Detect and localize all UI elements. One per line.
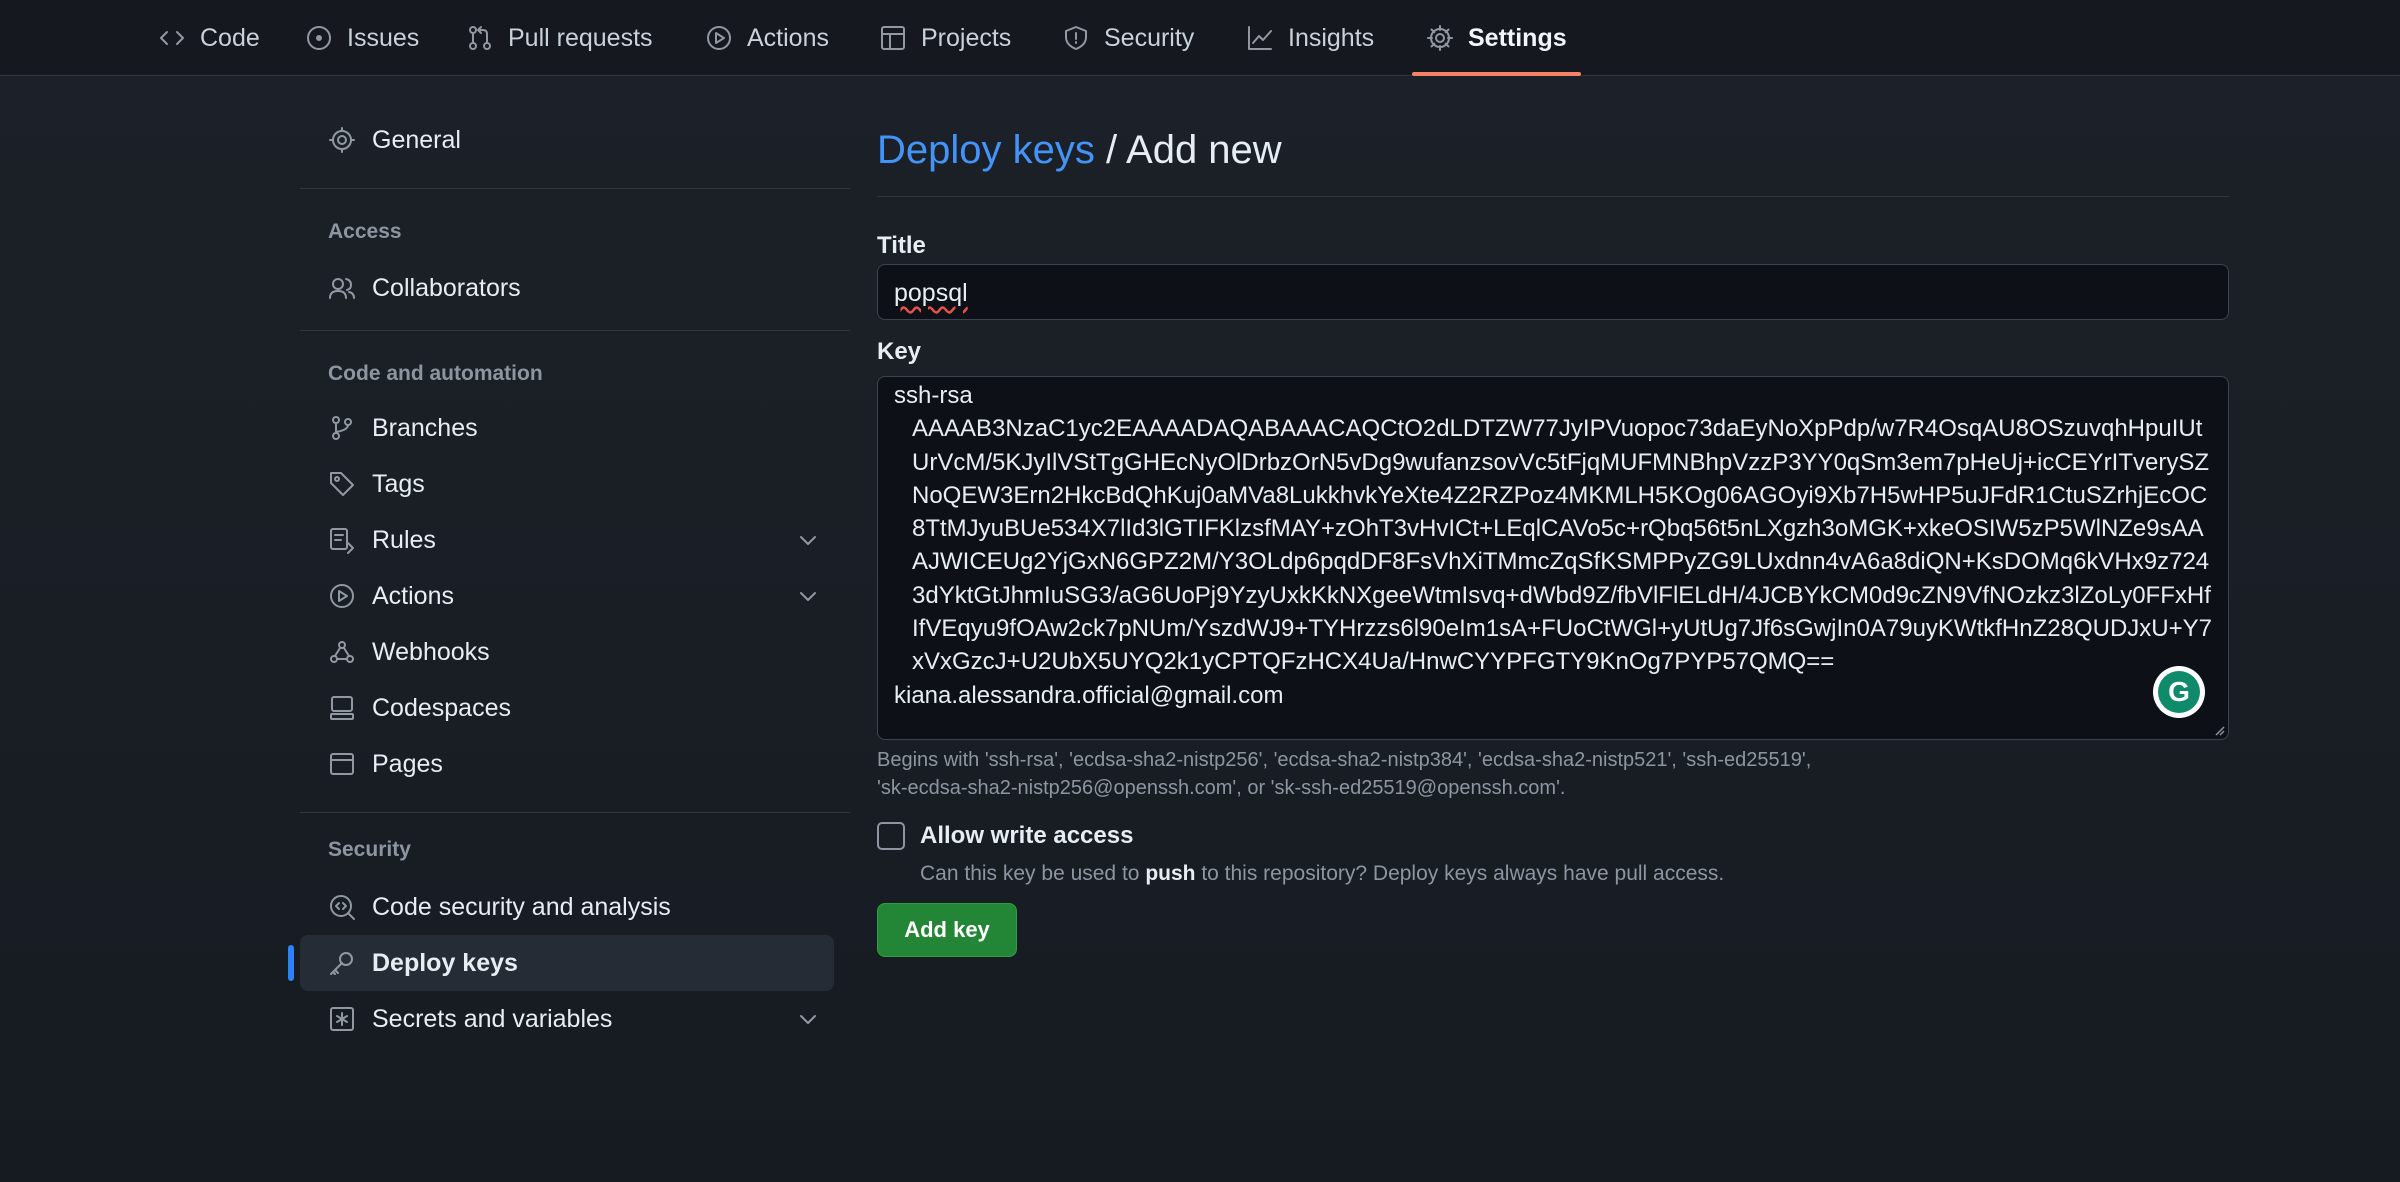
grammarly-badge[interactable]: G [2153,666,2205,718]
chevron-down-icon[interactable] [796,528,820,552]
sidebar-item-actions[interactable]: Actions [300,568,834,624]
sidebar-item-label: Secrets and variables [372,1004,613,1033]
key-icon [330,952,353,975]
tab-settings-label: Settings [1468,23,1567,52]
play-icon [707,26,731,50]
sidebar-item-tags[interactable]: Tags [300,456,834,512]
sidebar-item-branches[interactable]: Branches [300,400,834,456]
sidebar-item-rules[interactable]: Rules [300,512,834,568]
chevron-down-icon[interactable] [796,1007,820,1031]
sidebar-item-label: Code security and analysis [372,892,671,921]
write-access-description: Can this key be used to push to this rep… [920,862,1724,886]
sidebar-heading-security: Security [328,838,411,861]
sidebar-item-label: Tags [372,469,425,498]
sidebar-item-label: Rules [372,525,436,554]
grammarly-icon: G [2158,671,2200,713]
webhook-icon [330,641,354,663]
sidebar-divider [300,330,850,331]
tab-insights[interactable]: Insights [1246,0,1374,76]
codespaces-icon [330,696,354,720]
write-access-desc-pre: Can this key be used to [920,862,1146,885]
rules-icon [330,528,354,554]
write-access-desc-bold: push [1145,862,1196,885]
sidebar-divider [300,188,850,189]
page-title: Deploy keys / Add new [877,128,1282,173]
sidebar-item-secrets-variables[interactable]: Secrets and variables [300,991,834,1047]
key-body-text: AAAAB3NzaC1yc2EAAAADAQABAAACAQCtO2dLDTZW… [912,415,2212,676]
tab-actions-label: Actions [747,23,829,52]
tab-issues[interactable]: Issues [305,0,419,76]
sidebar-heading-code-automation: Code and automation [328,362,543,385]
play-icon [330,584,354,608]
sidebar-item-label: General [372,125,461,154]
breadcrumb-current: Add new [1126,128,1282,172]
tab-code[interactable]: Code [158,0,260,76]
sidebar-item-label: Pages [372,749,443,778]
codescan-icon [330,895,355,920]
tab-pull-requests-label: Pull requests [508,23,653,52]
write-access-checkbox[interactable] [877,822,905,850]
breadcrumb-deploy-keys-link[interactable]: Deploy keys [877,128,1095,172]
tab-projects-label: Projects [921,23,1012,52]
tab-code-label: Code [200,23,260,52]
shield-icon [1065,26,1087,50]
repo-nav: Code Issues Pull requests Actions Projec… [0,0,2400,76]
key-textarea[interactable]: ssh-rsa AAAAB3NzaC1yc2EAAAADAQABAAACAQCt… [877,376,2229,740]
sidebar-item-label: Branches [372,413,478,442]
sidebar-item-label: Webhooks [372,637,490,666]
tab-projects[interactable]: Projects [879,0,1011,76]
key-field-label: Key [877,338,922,365]
sidebar-divider [300,812,850,813]
graph-icon [1248,26,1272,50]
sidebar-item-code-security[interactable]: Code security and analysis [300,879,834,935]
sidebar-item-label: Deploy keys [372,948,518,977]
people-icon [329,278,355,299]
sidebar-item-codespaces[interactable]: Codespaces [300,680,834,736]
key-comment-text: kiana.alessandra.official@gmail.com [894,681,1284,709]
chevron-down-icon[interactable] [796,584,820,608]
add-key-button[interactable]: Add key [877,903,1017,957]
tab-security[interactable]: Security [1062,0,1194,76]
key-format-hint: Begins with 'ssh-rsa', 'ecdsa-sha2-nistp… [877,746,2229,802]
code-icon [160,31,184,45]
sidebar-item-webhooks[interactable]: Webhooks [300,624,834,680]
browser-icon [330,753,354,775]
tab-pull-requests[interactable]: Pull requests [466,0,653,76]
title-field-label: Title [877,232,926,259]
sidebar-item-collaborators[interactable]: Collaborators [300,260,834,316]
write-access-desc-post: to this repository? Deploy keys always h… [1195,862,1725,885]
key-type-text: ssh-rsa [894,382,973,409]
tab-insights-label: Insights [1288,23,1375,52]
sidebar-item-deploy-keys[interactable]: Deploy keys [288,935,834,991]
table-icon [881,26,905,50]
tab-issues-label: Issues [347,23,420,52]
asterisk-icon [330,1007,354,1031]
sidebar-item-label: Codespaces [372,693,511,722]
gear-icon [329,127,355,153]
key-format-hint-line-1: Begins with 'ssh-rsa', 'ecdsa-sha2-nistp… [877,749,1812,771]
pull-request-icon [469,26,491,50]
title-input[interactable]: popsql [877,264,2229,320]
sidebar-item-label: Collaborators [372,273,521,302]
tab-actions[interactable]: Actions [705,0,829,76]
tag-icon [330,472,354,496]
sidebar-item-pages[interactable]: Pages [300,736,834,792]
breadcrumb-separator: / [1094,128,1127,172]
title-divider [877,196,2229,197]
resize-handle-icon[interactable] [2213,724,2225,736]
write-access-label[interactable]: Allow write access [920,822,1133,850]
tab-security-label: Security [1104,23,1195,52]
sidebar-item-general[interactable]: General [300,112,834,168]
issue-icon [307,26,331,50]
sidebar-item-label: Actions [372,581,454,610]
key-format-hint-line-2: 'sk-ecdsa-sha2-nistp256@openssh.com', or… [877,777,1566,799]
branch-icon [332,416,352,440]
gear-icon [1427,25,1453,51]
tab-settings[interactable]: Settings [1412,0,1581,76]
title-input-value: popsql [894,279,968,307]
sidebar-heading-access: Access [328,220,402,243]
